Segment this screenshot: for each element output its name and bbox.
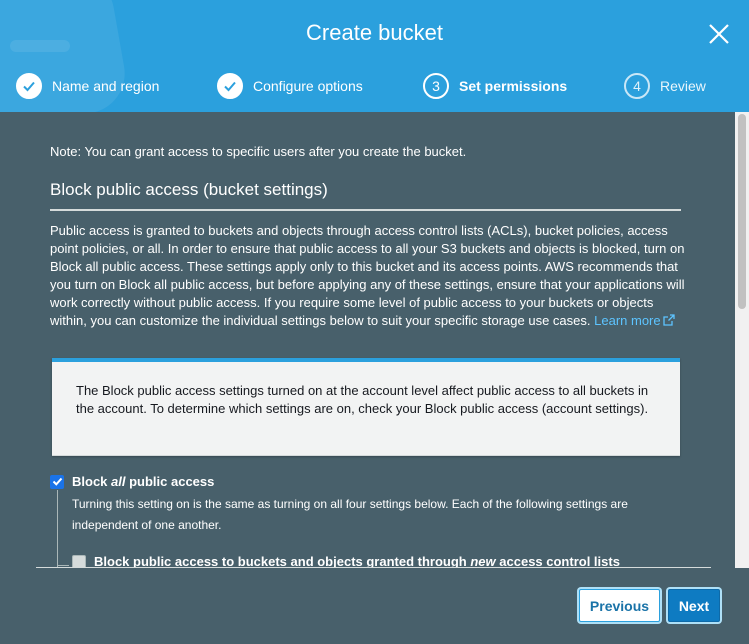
step-label: Name and region [52, 78, 160, 94]
step-number: 4 [624, 73, 650, 99]
step-configure-options[interactable]: Configure options [217, 70, 363, 102]
access-note: Note: You can grant access to specific u… [50, 144, 467, 159]
section-description: Public access is granted to buckets and … [50, 222, 688, 330]
label-suffix: access control lists [495, 554, 620, 568]
checkmark-icon [217, 73, 243, 99]
label-prefix: Block public access to buckets and objec… [94, 554, 471, 568]
step-set-permissions[interactable]: 3 Set permissions [423, 70, 567, 102]
section-divider [50, 209, 681, 211]
block-new-acls-checkbox[interactable]: Block public access to buckets and objec… [72, 554, 620, 568]
checkmark-icon [16, 73, 42, 99]
content-scrollbar[interactable] [735, 112, 749, 568]
block-all-public-access-checkbox[interactable]: Block all public access [50, 474, 214, 489]
step-label: Set permissions [459, 78, 568, 94]
step-number: 3 [423, 73, 449, 99]
external-link-icon [662, 314, 675, 326]
block-all-label: Block all public access [72, 474, 214, 489]
block-new-acls-label: Block public access to buckets and objec… [94, 554, 620, 568]
account-settings-info-box: The Block public access settings turned … [52, 358, 680, 456]
learn-more-label: Learn more [594, 313, 661, 328]
label-prefix: Block [72, 474, 112, 489]
wizard-steps: Name and region Configure options 3 Set … [0, 70, 749, 102]
step-review[interactable]: 4 Review [624, 70, 706, 102]
section-title: Block public access (bucket settings) [50, 180, 328, 199]
dialog-content: Note: You can grant access to specific u… [0, 112, 735, 568]
checkbox-checked-icon[interactable] [50, 474, 64, 489]
next-button[interactable]: Next [668, 589, 720, 622]
label-emphasis: all [111, 474, 126, 489]
step-name-and-region[interactable]: Name and region [16, 70, 159, 102]
tree-branch [57, 565, 69, 566]
label-emphasis: new [470, 554, 496, 568]
tree-connector [57, 490, 58, 568]
previous-button[interactable]: Previous [579, 589, 660, 622]
checkbox-disabled-icon[interactable] [72, 554, 86, 568]
description-text: Public access is granted to buckets and … [50, 223, 685, 328]
block-all-help-text: Turning this setting on is the same as t… [72, 497, 628, 532]
learn-more-link[interactable]: Learn more [594, 313, 675, 328]
close-icon[interactable] [707, 22, 731, 46]
step-label: Configure options [253, 78, 363, 94]
info-box-text: The Block public access settings turned … [76, 383, 649, 416]
dialog-title: Create bucket [306, 20, 443, 45]
scrollbar-thumb[interactable] [738, 114, 746, 309]
dialog-header: Create bucket Name and region Configure … [0, 0, 749, 112]
footer-divider [36, 567, 711, 568]
label-suffix: public access [125, 474, 215, 489]
step-label: Review [660, 78, 706, 94]
